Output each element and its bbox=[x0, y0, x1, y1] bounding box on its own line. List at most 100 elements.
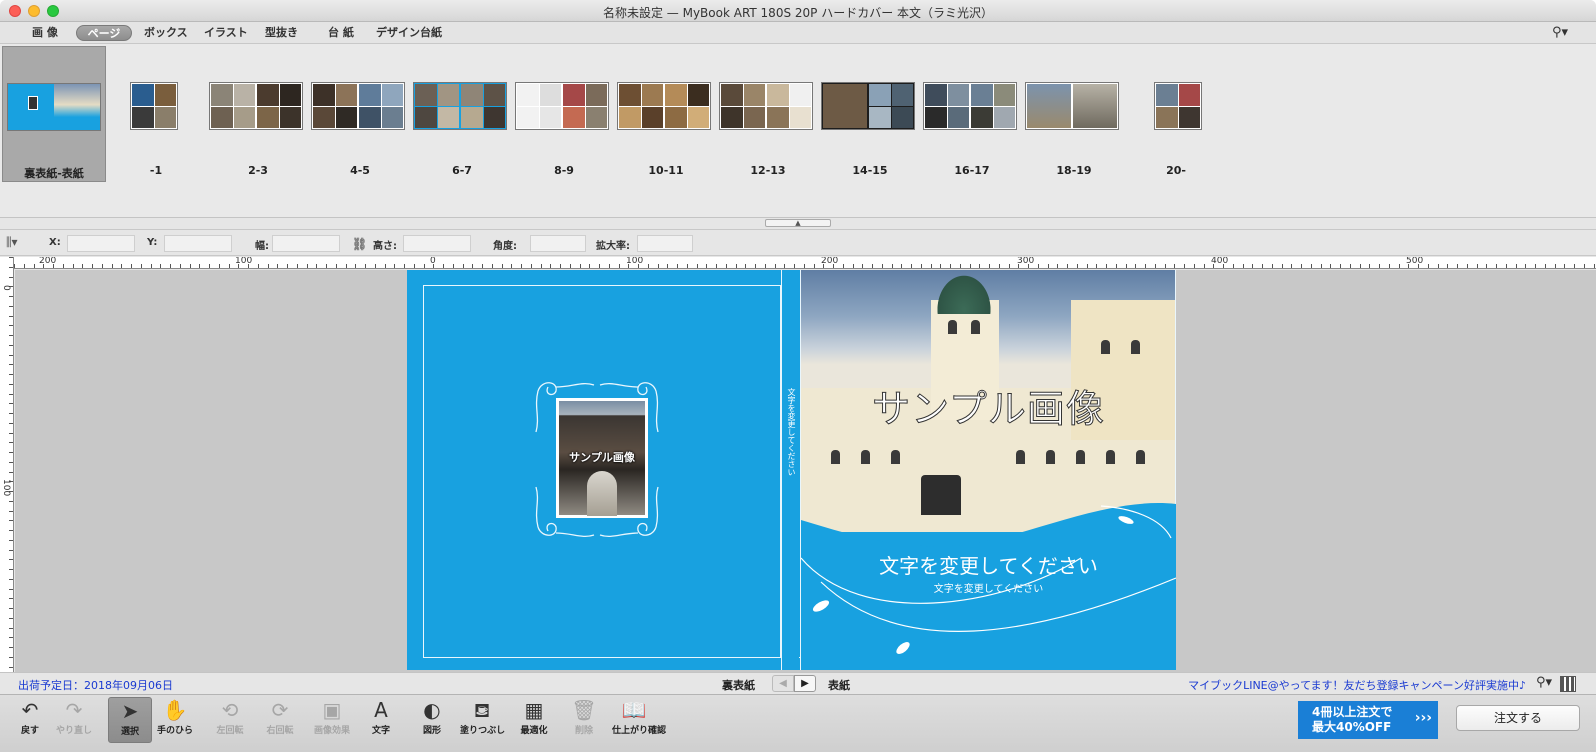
back-cover-photo[interactable]: サンプル画像 bbox=[556, 398, 648, 518]
ruler-tick bbox=[1203, 264, 1205, 268]
back-cover-photo-box[interactable]: サンプル画像 bbox=[532, 377, 662, 542]
zoom-label: 拡大率: bbox=[596, 241, 630, 252]
order-button[interactable]: 注文する bbox=[1456, 705, 1580, 731]
ruler-tick bbox=[1037, 264, 1039, 268]
page-thumb-cover[interactable]: 裏表紙-表紙 bbox=[2, 46, 106, 182]
width-label: 幅: bbox=[255, 241, 269, 252]
ruler-tick bbox=[9, 266, 13, 268]
ruler-tick bbox=[257, 264, 259, 268]
ruler-tick bbox=[443, 264, 444, 268]
page-thumb-16-17[interactable]: 16-17 bbox=[920, 46, 1024, 182]
ruler-tick bbox=[1242, 264, 1244, 268]
tab-image[interactable]: 画 像 bbox=[22, 25, 68, 41]
tool-label: 右回転 bbox=[266, 726, 294, 736]
tool-label: 画像効果 bbox=[313, 726, 350, 736]
ruler-tick bbox=[764, 264, 766, 268]
tab-page[interactable]: ページ bbox=[76, 25, 132, 41]
discount-banner[interactable]: 4冊以上注文で 最大40%OFF ››› bbox=[1298, 701, 1438, 739]
angle-field[interactable] bbox=[530, 235, 586, 252]
ruler-tick bbox=[472, 264, 474, 268]
prev-page-button[interactable]: ◀ bbox=[772, 675, 794, 692]
ruler-tick bbox=[560, 264, 561, 268]
front-photo-sample-text[interactable]: サンプル画像 bbox=[801, 378, 1176, 433]
page-thumb-20[interactable]: 20- bbox=[1124, 46, 1228, 182]
page-thumb-2-3[interactable]: 2-3 bbox=[206, 46, 310, 182]
search-icon[interactable]: ⚲▾ bbox=[1552, 25, 1580, 41]
ruler-tick bbox=[1340, 264, 1341, 268]
page-thumb-4-5[interactable]: 4-5 bbox=[308, 46, 412, 182]
page-thumb-6-7[interactable]: 6-7 bbox=[410, 46, 514, 182]
page-thumb-10-11[interactable]: 10-11 bbox=[614, 46, 718, 182]
tool-trash-button[interactable]: 🗑 削除 bbox=[562, 697, 606, 743]
tool-redo-button[interactable]: ↷ やり直し bbox=[52, 697, 96, 743]
paint-bucket-icon: ⛾ bbox=[473, 698, 491, 722]
editing-canvas[interactable]: 文字を変更してください サンプル画像 サンプル画像 文字を変更してください 文字… bbox=[15, 270, 1596, 672]
tool-image-effect-button[interactable]: ▣ 画像効果 bbox=[310, 697, 354, 743]
tab-design-mount[interactable]: デザイン台紙 bbox=[366, 25, 452, 41]
tool-bar: ↶ 戻す ↷ やり直し ➤ 選択 ✋ 手のひら ⟲ 左回転 ⟳ 右回転 ▣ 画像効果 A 文字 ◐ 図形 ⛾ 塗りつぶ… bbox=[0, 694, 1596, 752]
y-field[interactable] bbox=[164, 235, 232, 252]
ruler-tick bbox=[92, 264, 93, 268]
tool-paint-bucket-button[interactable]: ⛾ 塗りつぶし bbox=[460, 697, 505, 743]
ruler-tick bbox=[1281, 264, 1283, 268]
tool-shape-button[interactable]: ◐ 図形 bbox=[410, 697, 454, 743]
tool-book-preview-button[interactable]: 📖 仕上がり確認 bbox=[612, 697, 666, 743]
tool-rotate-left-button[interactable]: ⟲ 左回転 bbox=[208, 697, 252, 743]
ruler-tick bbox=[1398, 264, 1400, 268]
page-thumb-14-15[interactable]: 14-15 bbox=[818, 46, 922, 182]
tool-undo-button[interactable]: ↶ 戻す bbox=[8, 697, 52, 743]
tab-illustration[interactable]: イラスト bbox=[194, 25, 258, 41]
cover-spread[interactable]: 文字を変更してください サンプル画像 サンプル画像 文字を変更してください 文字… bbox=[407, 270, 1176, 670]
tool-label: 戻す bbox=[20, 726, 39, 736]
align-menu-icon[interactable]: ⫼▾ bbox=[6, 235, 18, 250]
page-thumb-18-19[interactable]: 18-19 bbox=[1022, 46, 1126, 182]
tab-mount[interactable]: 台 紙 bbox=[318, 25, 364, 41]
ruler-tick bbox=[813, 264, 815, 268]
x-field[interactable] bbox=[67, 235, 135, 252]
ruler-tick bbox=[725, 264, 727, 268]
y-label: Y: bbox=[147, 237, 158, 248]
ruler-tick bbox=[998, 264, 1000, 268]
front-cover-subtitle[interactable]: 文字を変更してください bbox=[801, 580, 1176, 595]
page-thumb-8-9[interactable]: 8-9 bbox=[512, 46, 616, 182]
zoom-field[interactable] bbox=[637, 235, 693, 252]
width-field[interactable] bbox=[272, 235, 340, 252]
ruler-tick bbox=[9, 461, 13, 463]
ruler-label: 300 bbox=[1017, 257, 1035, 266]
ruler-tick bbox=[1554, 264, 1556, 268]
ruler-tick bbox=[9, 315, 13, 317]
line-campaign-link[interactable]: マイブックLINE@やってます！友だち登録キャンペーン好評実施中♪ bbox=[1188, 677, 1526, 693]
strip-collapse-handle[interactable]: ▲ bbox=[765, 219, 831, 227]
page-thumbnail-strip: 裏表紙-表紙 -1 2-3 4-5 6-7 8-9 10-11 12-13 14… bbox=[0, 44, 1596, 218]
height-field[interactable] bbox=[403, 235, 471, 252]
ruler-tick bbox=[1359, 264, 1361, 268]
page-thumb-12-13[interactable]: 12-13 bbox=[716, 46, 820, 182]
aspect-link-icon[interactable]: ⛓ bbox=[352, 237, 367, 251]
page-front-label: 表紙 bbox=[828, 679, 850, 692]
ruler-tick bbox=[1564, 264, 1566, 268]
ruler-tick bbox=[209, 264, 210, 268]
ruler-tick bbox=[179, 264, 181, 268]
tool-hand-button[interactable]: ✋ 手のひら bbox=[153, 697, 197, 743]
ruler-tick bbox=[189, 264, 191, 268]
next-page-button[interactable]: ▶ bbox=[794, 675, 816, 692]
ruler-tick bbox=[335, 264, 337, 268]
tool-rotate-right-button[interactable]: ⟳ 右回転 bbox=[258, 697, 302, 743]
page-back-label: 裏表紙 bbox=[722, 679, 755, 692]
qr-code-icon[interactable] bbox=[1560, 676, 1576, 692]
tab-box[interactable]: ボックス bbox=[134, 25, 198, 41]
tab-die-cut[interactable]: 型抜き bbox=[255, 25, 308, 41]
spine-text[interactable]: 文字を変更してください bbox=[785, 388, 797, 476]
ruler-tick bbox=[920, 264, 922, 268]
tool-text-button[interactable]: A 文字 bbox=[359, 697, 403, 743]
zoom-icon[interactable]: ⚲▾ bbox=[1536, 675, 1552, 690]
ruler-tick bbox=[9, 452, 13, 453]
ruler-tick bbox=[9, 569, 13, 570]
front-cover-title[interactable]: 文字を変更してください bbox=[801, 550, 1176, 579]
tool-pointer-button[interactable]: ➤ 選択 bbox=[108, 697, 152, 743]
page-thumb-1[interactable]: -1 bbox=[104, 46, 208, 182]
ruler-tick bbox=[160, 264, 162, 268]
tool-optimize-button[interactable]: ▦ 最適化 bbox=[512, 697, 556, 743]
tool-label: 削除 bbox=[574, 726, 593, 736]
ruler-tick bbox=[9, 520, 13, 522]
